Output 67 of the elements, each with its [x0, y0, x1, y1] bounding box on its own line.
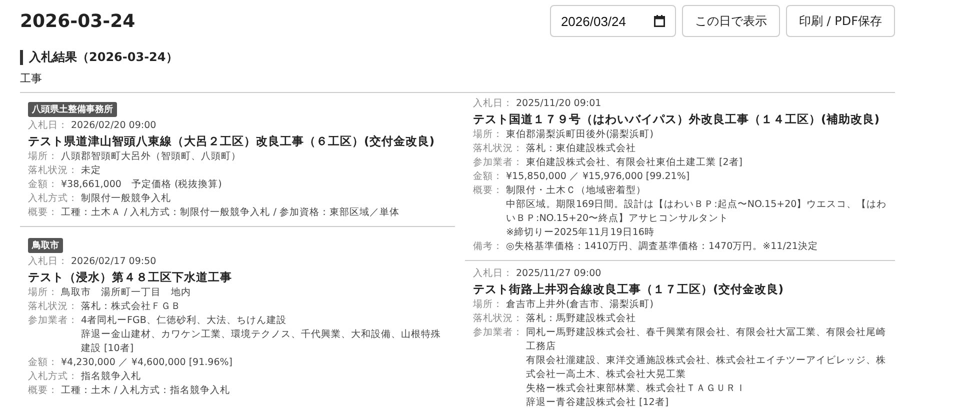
- calendar-icon[interactable]: [654, 15, 665, 27]
- field-value: 落札：馬野建設株式会社: [526, 312, 636, 326]
- office-badge: 八頭県土整備事務所: [28, 102, 117, 117]
- field-label: 概要：: [28, 206, 58, 220]
- field-label: 落札状況：: [28, 164, 78, 178]
- field-value: 2025/11/20 09:01: [516, 97, 602, 111]
- field-value: 東伯建設株式会社、有限会社東伯土建工業 [2者]: [526, 156, 742, 170]
- field-value: 鳥取市 湯所町一丁目 地内: [61, 286, 191, 300]
- field-value: 辞退ー青谷建設株式会社 [12者]: [526, 396, 670, 410]
- field-label: 場所：: [28, 150, 58, 164]
- print-button[interactable]: 印刷 / PDF保存: [786, 5, 895, 37]
- field-value: 落札：東伯建設株式会社: [526, 142, 636, 156]
- category-label: 工事: [20, 71, 895, 93]
- field-value: ※締切りー2025年11月19日16時: [506, 226, 656, 240]
- project-title: テスト街路上井羽合線改良工事（１７工区）(交付金改良): [473, 281, 785, 298]
- project-title: テスト県道津山智頭八東線（大呂２工区）改良工事（６工区）(交付金改良): [28, 133, 436, 150]
- field-value: 未定: [81, 164, 101, 178]
- field-label: 入札日：: [28, 119, 68, 133]
- project-title: テスト国道１７９号（はわいバイパス）外改良工事（１４工区）(補助改良): [473, 111, 881, 128]
- field-value: ¥38,661,000 予定価格 (税抜換算): [61, 178, 222, 192]
- field-label: 入札日：: [28, 255, 68, 269]
- field-value: 工種：土木 / 入札方式：指名競争入札: [61, 384, 230, 398]
- field-value: ¥4,230,000 ／ ¥4,600,000 [91.96%]: [61, 356, 232, 370]
- field-value: 失格ー株式会社東部林業、株式会社ＴＡＧＵＲＩ: [526, 382, 747, 396]
- field-label: 落札状況：: [473, 312, 523, 326]
- field-label: 概要：: [28, 384, 58, 398]
- field-value: 八頭郡智頭町大呂外（智頭町、八頭町）: [61, 150, 241, 164]
- page-title: 2026-03-24: [20, 10, 136, 32]
- field-label: 備考：: [473, 240, 503, 254]
- field-label: 金額：: [473, 170, 503, 184]
- field-value: 有限会社瀧建設、東洋交通施設株式会社、株式会社エイチツーアイビレッジ、株式会社一高土木、株式会社大晃工業: [526, 354, 887, 382]
- field-value: 落札：株式会社ＦＧＢ: [81, 300, 181, 314]
- field-value: 2026/02/20 09:00: [71, 119, 156, 133]
- field-label: 概要：: [473, 184, 503, 198]
- field-value: 指名競争入札: [81, 370, 141, 384]
- field-label: 場所：: [473, 298, 503, 312]
- field-value: 倉吉市上井外(倉吉市、湯梨浜町): [506, 298, 654, 312]
- field-label: 参加業者：: [473, 326, 523, 340]
- field-value: 2026/02/17 09:50: [71, 255, 156, 269]
- field-value: 同札ー馬野建設株式会社、春千興業有限会社、有限会社大冨工業、有限会社尾崎工務店: [526, 326, 887, 354]
- field-label: 入札日：: [473, 267, 513, 281]
- field-value: 中部区域。期限169日間。設計は【はわいＢＰ:起点〜NO.15+20】ウエスコ、【はわいＢＰ:NO.15+20〜終点】アサヒコンサルタント: [506, 198, 887, 226]
- field-label: 落札状況：: [28, 300, 78, 314]
- section-title: 入札結果（2026-03-24）: [20, 50, 895, 65]
- field-label: 落札状況：: [473, 142, 523, 156]
- field-value: 工種：土木Ａ / 入札方式：制限付一般競争入札 / 参加資格：東部区域／単体: [61, 206, 400, 220]
- field-label: 参加業者：: [473, 156, 523, 170]
- field-value: ◎失格基準価格：1410万円、調査基準価格：1470万円。※11/21決定: [506, 240, 818, 254]
- show-button[interactable]: この日で表示: [682, 5, 780, 37]
- date-field[interactable]: 2026/03/24: [550, 5, 676, 37]
- field-label: 入札日：: [473, 97, 513, 111]
- field-label: 参加業者：: [28, 314, 78, 328]
- project-title: テスト（浸水）第４８工区下水道工事: [28, 269, 233, 286]
- field-value: 4者同札ーFGB、仁徳砂利、大法、ちけん建設: [81, 314, 288, 328]
- field-label: 入札方式：: [28, 370, 78, 384]
- field-value: 東伯郡湯梨浜町田後外(湯梨浜町): [506, 128, 654, 142]
- field-value: 制限付・土木Ｃ（地域密着型）: [506, 184, 647, 198]
- field-value: ¥15,850,000 ／ ¥15,976,000 [99.21%]: [506, 170, 690, 184]
- office-badge: 鳥取市: [28, 238, 63, 253]
- field-value: 制限付一般競争入札: [81, 192, 171, 206]
- field-label: 場所：: [473, 128, 503, 142]
- field-label: 場所：: [28, 286, 58, 300]
- field-value: 辞退ー金山建材、カワケン工業、環境テクノス、千代興業、大和設備、山根特殊建設 [10者]: [81, 328, 442, 356]
- field-value: 2025/11/27 09:00: [516, 267, 602, 281]
- field-label: 金額：: [28, 356, 58, 370]
- field-label: 金額：: [28, 178, 58, 192]
- field-label: 入札方式：: [28, 192, 78, 206]
